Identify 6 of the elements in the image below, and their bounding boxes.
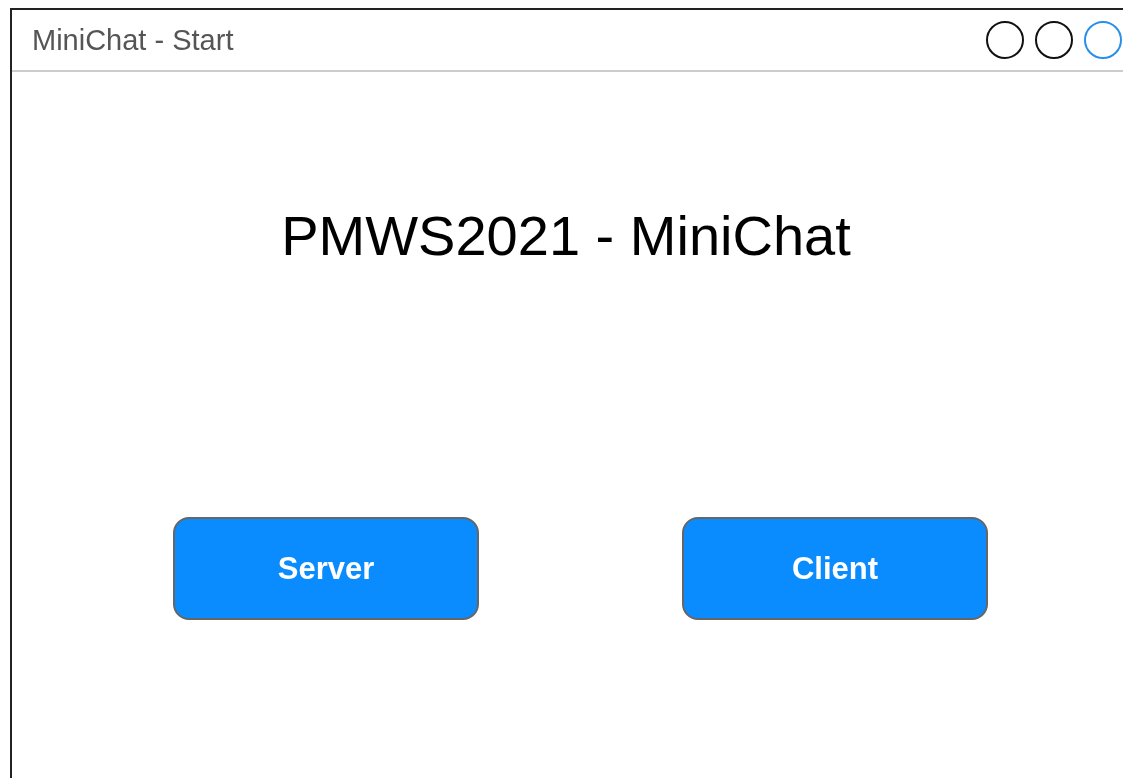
app-heading: PMWS2021 - MiniChat [280, 204, 852, 268]
window-title: MiniChat - Start [32, 23, 234, 57]
circle-icon[interactable] [1035, 21, 1073, 59]
mode-button[interactable]: Client [682, 517, 988, 620]
circle-icon[interactable] [986, 21, 1024, 59]
mode-button[interactable]: Server [173, 517, 479, 620]
